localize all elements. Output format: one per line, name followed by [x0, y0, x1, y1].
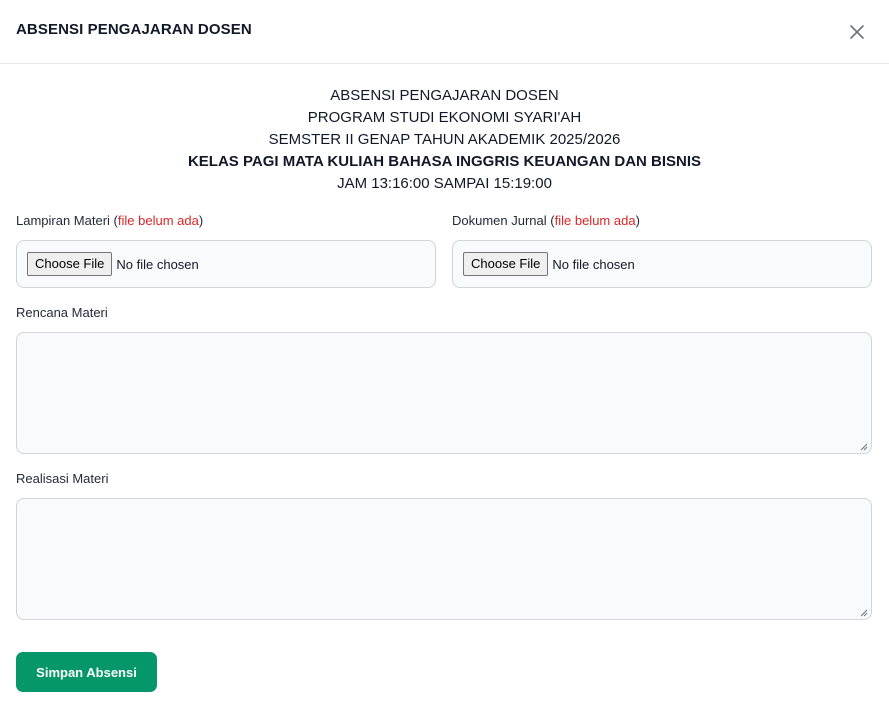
close-icon: [850, 25, 864, 39]
course-info-heading: ABSENSI PENGAJARAN DOSEN PROGRAM STUDI E…: [0, 85, 889, 195]
lampiran-choose-file-button[interactable]: Choose File: [27, 252, 113, 276]
lampiran-label-text: Lampiran Materi: [16, 213, 110, 228]
heading-line-program: PROGRAM STUDI EKONOMI SYARI'AH: [307, 109, 582, 126]
jurnal-status: file belum ada: [554, 213, 636, 228]
heading-line-semester: SEMSTER II GENAP TAHUN AKADEMIK 2025/202…: [268, 131, 621, 148]
jurnal-file-status: No file chosen: [552, 256, 635, 272]
rencana-materi-textarea[interactable]: [16, 332, 872, 454]
heading-line-class: KELAS PAGI MATA KULIAH BAHASA INGGRIS KE…: [187, 153, 702, 170]
modal-header: ABSENSI PENGAJARAN DOSEN: [0, 0, 889, 64]
simpan-absensi-button[interactable]: Simpan Absensi: [16, 652, 157, 692]
modal-title: ABSENSI PENGAJARAN DOSEN: [16, 21, 252, 38]
lampiran-status: file belum ada: [117, 213, 199, 228]
dokumen-jurnal-label: Dokumen Jurnal (file belum ada): [452, 213, 640, 228]
heading-line-time: JAM 13:16:00 SAMPAI 15:19:00: [337, 175, 552, 192]
heading-line-title: ABSENSI PENGAJARAN DOSEN: [330, 87, 559, 104]
jurnal-label-text: Dokumen Jurnal: [452, 213, 547, 228]
jurnal-file-input[interactable]: Choose File No file chosen: [452, 240, 872, 288]
lampiran-file-input[interactable]: Choose File No file chosen: [16, 240, 436, 288]
close-button[interactable]: [847, 22, 867, 42]
attendance-modal: ABSENSI PENGAJARAN DOSEN ABSENSI PENGAJA…: [0, 0, 889, 713]
jurnal-choose-file-button[interactable]: Choose File: [463, 252, 549, 276]
lampiran-file-status: No file chosen: [116, 256, 199, 272]
realisasi-materi-label: Realisasi Materi: [16, 471, 109, 486]
realisasi-materi-textarea[interactable]: [16, 498, 872, 620]
lampiran-materi-label: Lampiran Materi (file belum ada): [16, 213, 204, 228]
rencana-materi-label: Rencana Materi: [16, 305, 108, 320]
